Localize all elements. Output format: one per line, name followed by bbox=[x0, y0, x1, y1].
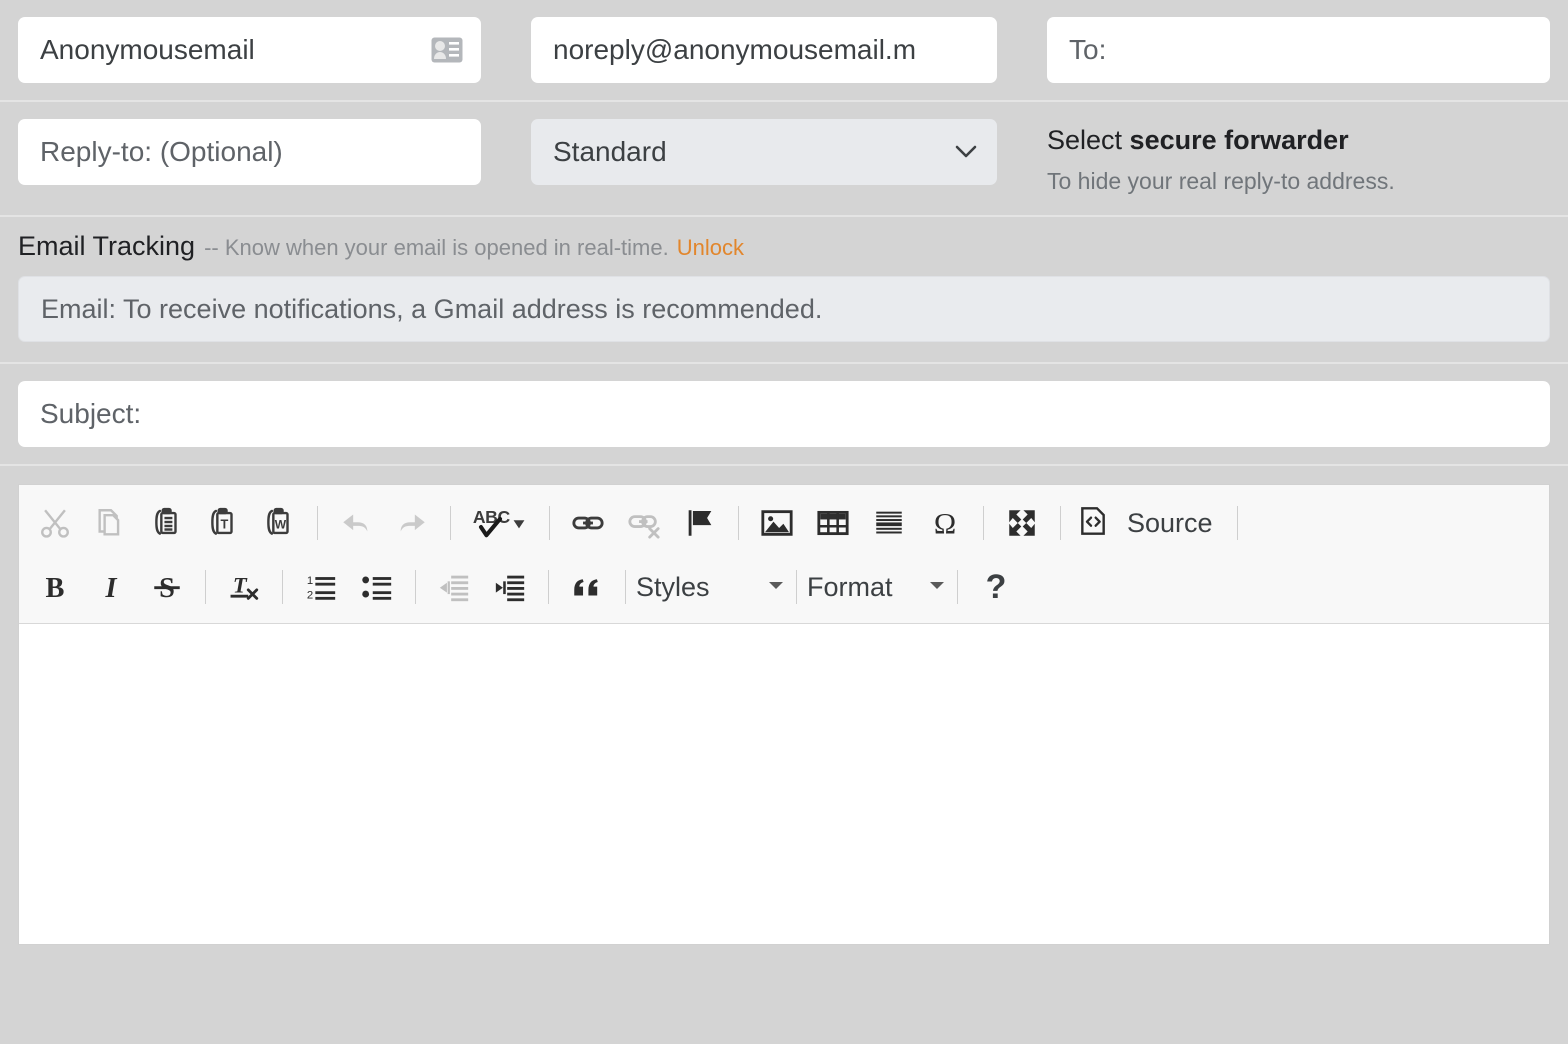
maximize-icon[interactable] bbox=[994, 497, 1050, 549]
contact-card-icon[interactable] bbox=[431, 37, 463, 63]
paste-icon[interactable] bbox=[139, 497, 195, 549]
copy-icon[interactable] bbox=[83, 497, 139, 549]
editor-body[interactable] bbox=[19, 624, 1549, 945]
redo-icon[interactable] bbox=[384, 497, 440, 549]
cut-icon[interactable] bbox=[27, 497, 83, 549]
spell-check-icon[interactable]: ABC bbox=[461, 497, 539, 549]
toolbar-separator bbox=[1060, 506, 1061, 541]
help-button[interactable]: ? bbox=[968, 561, 1024, 613]
toolbar-separator bbox=[625, 570, 626, 605]
secure-forwarder-subtitle: To hide your real reply-to address. bbox=[1047, 168, 1395, 195]
secure-forwarder-info: Select secure forwarder To hide your rea… bbox=[1047, 119, 1550, 195]
reply-to-section: Reply-to: (Optional) Standard Select sec… bbox=[0, 102, 1568, 218]
image-icon[interactable] bbox=[749, 497, 805, 549]
editor-section: T W ABC Ω Source B I T 1 2 Styles Format… bbox=[0, 466, 1568, 946]
toolbar-row-1: T W ABC Ω Source bbox=[27, 491, 1541, 555]
paste-from-word-icon[interactable]: W bbox=[251, 497, 307, 549]
email-tracking-section: Email Tracking -- Know when your email i… bbox=[0, 217, 1568, 365]
secure-forwarder-title-bold: secure forwarder bbox=[1129, 125, 1349, 155]
toolbar-separator bbox=[317, 506, 318, 541]
svg-text:ABC: ABC bbox=[473, 507, 511, 527]
chevron-down-icon bbox=[955, 145, 977, 159]
reply-to-placeholder: Reply-to: (Optional) bbox=[40, 136, 283, 167]
subject-section: Subject: bbox=[0, 364, 1568, 467]
secure-forwarder-title: Select secure forwarder bbox=[1047, 123, 1550, 158]
toolbar-separator bbox=[548, 570, 549, 605]
special-character-icon[interactable]: Ω bbox=[917, 497, 973, 549]
styles-dropdown[interactable]: Styles bbox=[636, 561, 786, 613]
tracking-email-field[interactable]: Email: To receive notifications, a Gmail… bbox=[18, 276, 1550, 343]
sender-section: Anonymousemail noreply@anonymousemail.m bbox=[0, 0, 1568, 102]
svg-text:T: T bbox=[233, 573, 248, 598]
unlock-link[interactable]: Unlock bbox=[677, 235, 744, 261]
source-icon bbox=[1077, 504, 1109, 543]
toolbar-separator bbox=[957, 570, 958, 605]
subject-placeholder: Subject: bbox=[40, 398, 142, 430]
unlink-icon[interactable] bbox=[616, 497, 672, 549]
remove-format-icon[interactable]: T bbox=[216, 561, 272, 613]
to-field[interactable]: To: bbox=[1047, 17, 1550, 83]
undo-icon[interactable] bbox=[328, 497, 384, 549]
italic-icon[interactable]: I bbox=[83, 561, 139, 613]
format-dropdown[interactable]: Format bbox=[807, 561, 947, 613]
toolbar-separator bbox=[549, 506, 550, 541]
reply-to-field[interactable]: Reply-to: (Optional) bbox=[18, 119, 481, 185]
toolbar-separator bbox=[415, 570, 416, 605]
bulleted-list-icon[interactable] bbox=[349, 561, 405, 613]
email-tracking-description: -- Know when your email is opened in rea… bbox=[204, 235, 669, 261]
svg-text:I: I bbox=[104, 573, 117, 604]
svg-text:T: T bbox=[221, 517, 229, 532]
subject-field[interactable]: Subject: bbox=[18, 381, 1550, 448]
strikethrough-icon[interactable]: S bbox=[139, 561, 195, 613]
chevron-down-icon bbox=[766, 578, 786, 596]
styles-label: Styles bbox=[636, 571, 710, 602]
toolbar-separator bbox=[205, 570, 206, 605]
svg-text:B: B bbox=[46, 573, 65, 604]
svg-text:1: 1 bbox=[307, 575, 313, 587]
delivery-type-select[interactable]: Standard bbox=[531, 119, 997, 185]
format-label: Format bbox=[807, 571, 893, 602]
toolbar-separator bbox=[983, 506, 984, 541]
email-tracking-title: Email Tracking bbox=[18, 231, 196, 262]
paste-as-text-icon[interactable]: T bbox=[195, 497, 251, 549]
source-label: Source bbox=[1127, 507, 1213, 538]
tracking-email-placeholder: Email: To receive notifications, a Gmail… bbox=[41, 293, 823, 324]
toolbar-separator bbox=[796, 570, 797, 605]
from-name-field[interactable]: Anonymousemail bbox=[18, 17, 481, 83]
toolbar-separator bbox=[450, 506, 451, 541]
anchor-flag-icon[interactable] bbox=[672, 497, 728, 549]
to-placeholder: To: bbox=[1069, 34, 1107, 65]
delivery-type-value: Standard bbox=[553, 136, 667, 167]
toolbar-row-2: B I S bbox=[27, 555, 1541, 619]
chevron-down-icon bbox=[927, 578, 947, 596]
toolbar-separator bbox=[282, 570, 283, 605]
svg-text:Ω: Ω bbox=[934, 508, 956, 541]
blockquote-icon[interactable] bbox=[559, 561, 615, 613]
rich-text-editor: T W ABC Ω Source B I T 1 2 Styles Format… bbox=[18, 484, 1550, 946]
table-icon[interactable] bbox=[805, 497, 861, 549]
help-label: ? bbox=[985, 568, 1007, 607]
from-name-value: Anonymousemail bbox=[40, 34, 255, 65]
editor-toolbar: T W ABC Ω Source B I T 1 2 Styles Format… bbox=[19, 485, 1549, 625]
source-button[interactable]: Source bbox=[1071, 504, 1227, 543]
secure-forwarder-title-prefix: Select bbox=[1047, 125, 1130, 155]
svg-text:W: W bbox=[275, 518, 287, 532]
from-address-value: noreply@anonymousemail.m bbox=[553, 34, 917, 65]
bold-icon[interactable]: B bbox=[27, 561, 83, 613]
indent-icon[interactable] bbox=[482, 561, 538, 613]
toolbar-separator bbox=[1236, 506, 1238, 541]
from-address-field[interactable]: noreply@anonymousemail.m bbox=[531, 17, 997, 83]
email-tracking-header: Email Tracking -- Know when your email i… bbox=[18, 231, 1550, 262]
toolbar-separator bbox=[738, 506, 739, 541]
horizontal-rule-icon[interactable] bbox=[861, 497, 917, 549]
numbered-list-icon[interactable]: 1 2 bbox=[293, 561, 349, 613]
svg-text:2: 2 bbox=[307, 589, 313, 601]
outdent-icon[interactable] bbox=[426, 561, 482, 613]
link-icon[interactable] bbox=[560, 497, 616, 549]
compose-email-page: Anonymousemail noreply@anonymousemail.m bbox=[0, 0, 1568, 1044]
